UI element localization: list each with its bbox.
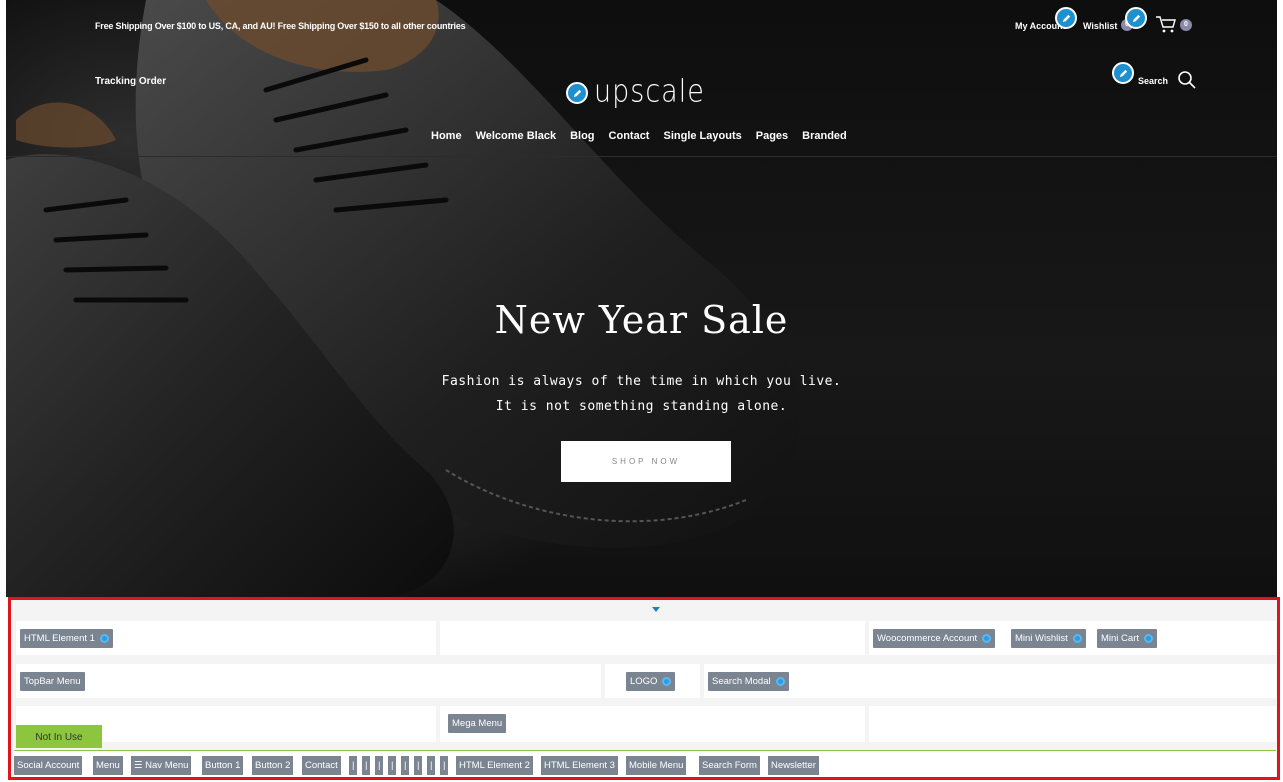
builder-cell[interactable] <box>869 706 1276 742</box>
divider-chip[interactable]: | <box>388 756 397 775</box>
settings-gear-icon[interactable] <box>1144 634 1154 643</box>
collapse-arrow-icon[interactable] <box>652 607 660 612</box>
social-account-chip[interactable]: Social Account <box>14 756 83 775</box>
chip-label: HTML Element 1 <box>24 633 95 644</box>
builder-cell[interactable] <box>704 664 1276 698</box>
hero-subtitle-line-1: Fashion is always of the time in which y… <box>441 374 842 389</box>
builder-cell[interactable] <box>16 664 601 698</box>
html-element-1-chip[interactable]: HTML Element 1 <box>20 629 113 648</box>
nav-item-home[interactable]: Home <box>431 130 462 142</box>
site-logo[interactable]: upscale <box>594 74 705 110</box>
hero-banner: Free Shipping Over $100 to US, CA, and A… <box>6 0 1277 597</box>
mobile-menu-chip[interactable]: Mobile Menu <box>626 756 687 775</box>
divider-chip[interactable]: | <box>375 756 384 775</box>
edit-pencil-icon[interactable] <box>566 82 588 104</box>
settings-gear-icon[interactable] <box>775 677 785 686</box>
nav-item-branded[interactable]: Branded <box>802 130 847 142</box>
divider-chip[interactable]: | <box>362 756 371 775</box>
main-nav: Home Welcome Black Blog Contact Single L… <box>431 130 847 142</box>
search-label[interactable]: Search <box>1138 76 1168 86</box>
divider-chip[interactable]: | <box>414 756 423 775</box>
hero-title: New Year Sale <box>494 298 789 342</box>
divider-chip[interactable]: | <box>349 756 358 775</box>
settings-gear-icon[interactable] <box>1072 634 1082 643</box>
nav-item-contact[interactable]: Contact <box>609 130 650 142</box>
cart-icon[interactable] <box>1155 14 1177 34</box>
html-element-2-chip[interactable]: HTML Element 2 <box>456 756 533 775</box>
menu-chip[interactable]: Menu <box>93 756 123 775</box>
not-in-use-tab[interactable]: Not In Use <box>16 725 102 748</box>
topbar-menu-chip[interactable]: TopBar Menu <box>20 672 85 691</box>
shop-now-button[interactable]: SHOP NOW <box>561 441 731 482</box>
button-2-chip[interactable]: Button 2 <box>252 756 294 775</box>
mini-cart-chip[interactable]: Mini Cart <box>1097 629 1158 648</box>
button-1-chip[interactable]: Button 1 <box>202 756 244 775</box>
html-element-3-chip[interactable]: HTML Element 3 <box>541 756 618 775</box>
edit-pencil-icon[interactable] <box>1055 7 1077 29</box>
tracking-order-link[interactable]: Tracking Order <box>95 76 166 87</box>
chip-label: TopBar Menu <box>24 676 81 687</box>
settings-gear-icon[interactable] <box>982 634 992 643</box>
mega-menu-chip[interactable]: Mega Menu <box>448 714 507 733</box>
chip-label: LOGO <box>630 676 658 687</box>
search-form-chip[interactable]: Search Form <box>699 756 760 775</box>
newsletter-chip[interactable]: Newsletter <box>768 756 819 775</box>
woocommerce-account-chip[interactable]: Woocommerce Account <box>873 629 996 648</box>
chip-label: Mini Cart <box>1101 633 1140 644</box>
shipping-notice: Free Shipping Over $100 to US, CA, and A… <box>95 21 466 31</box>
contact-chip[interactable]: Contact <box>302 756 341 775</box>
settings-gear-icon[interactable] <box>662 677 672 686</box>
search-modal-chip[interactable]: Search Modal <box>708 672 789 691</box>
divider-chip[interactable]: | <box>401 756 410 775</box>
nav-item-welcome-black[interactable]: Welcome Black <box>476 130 557 142</box>
unused-elements-tray: Social Account Menu ☰ Nav Menu Button 1 … <box>14 750 1276 777</box>
mini-wishlist-chip[interactable]: Mini Wishlist <box>1011 629 1086 648</box>
header-builder-panel: HTML Element 1 Woocommerce Account Mini … <box>8 597 1280 780</box>
edit-pencil-icon[interactable] <box>1112 62 1134 84</box>
top-bar: Free Shipping Over $100 to US, CA, and A… <box>6 0 1277 50</box>
divider-chip[interactable]: | <box>427 756 436 775</box>
wishlist-link[interactable]: Wishlist <box>1083 21 1117 31</box>
settings-gear-icon[interactable] <box>99 634 109 643</box>
nav-item-pages[interactable]: Pages <box>756 130 788 142</box>
builder-cell[interactable] <box>440 621 865 655</box>
logo-chip[interactable]: LOGO <box>626 672 676 691</box>
chip-label: Woocommerce Account <box>877 633 978 644</box>
nav-divider <box>6 156 1277 157</box>
nav-menu-chip[interactable]: ☰ Nav Menu <box>131 756 192 775</box>
chip-label: Mini Wishlist <box>1015 633 1068 644</box>
nav-item-single-layouts[interactable]: Single Layouts <box>663 130 741 142</box>
hero-subtitle-line-2: It is not something standing alone. <box>495 399 788 414</box>
chip-label: Mega Menu <box>452 718 503 729</box>
chip-label: Search Modal <box>712 676 771 687</box>
cart-count-badge: 0 <box>1180 19 1192 31</box>
edit-pencil-icon[interactable] <box>1125 7 1147 29</box>
divider-chip[interactable]: | <box>440 756 449 775</box>
search-icon[interactable] <box>1177 70 1197 90</box>
page: Free Shipping Over $100 to US, CA, and A… <box>0 0 1283 782</box>
nav-item-blog[interactable]: Blog <box>570 130 594 142</box>
